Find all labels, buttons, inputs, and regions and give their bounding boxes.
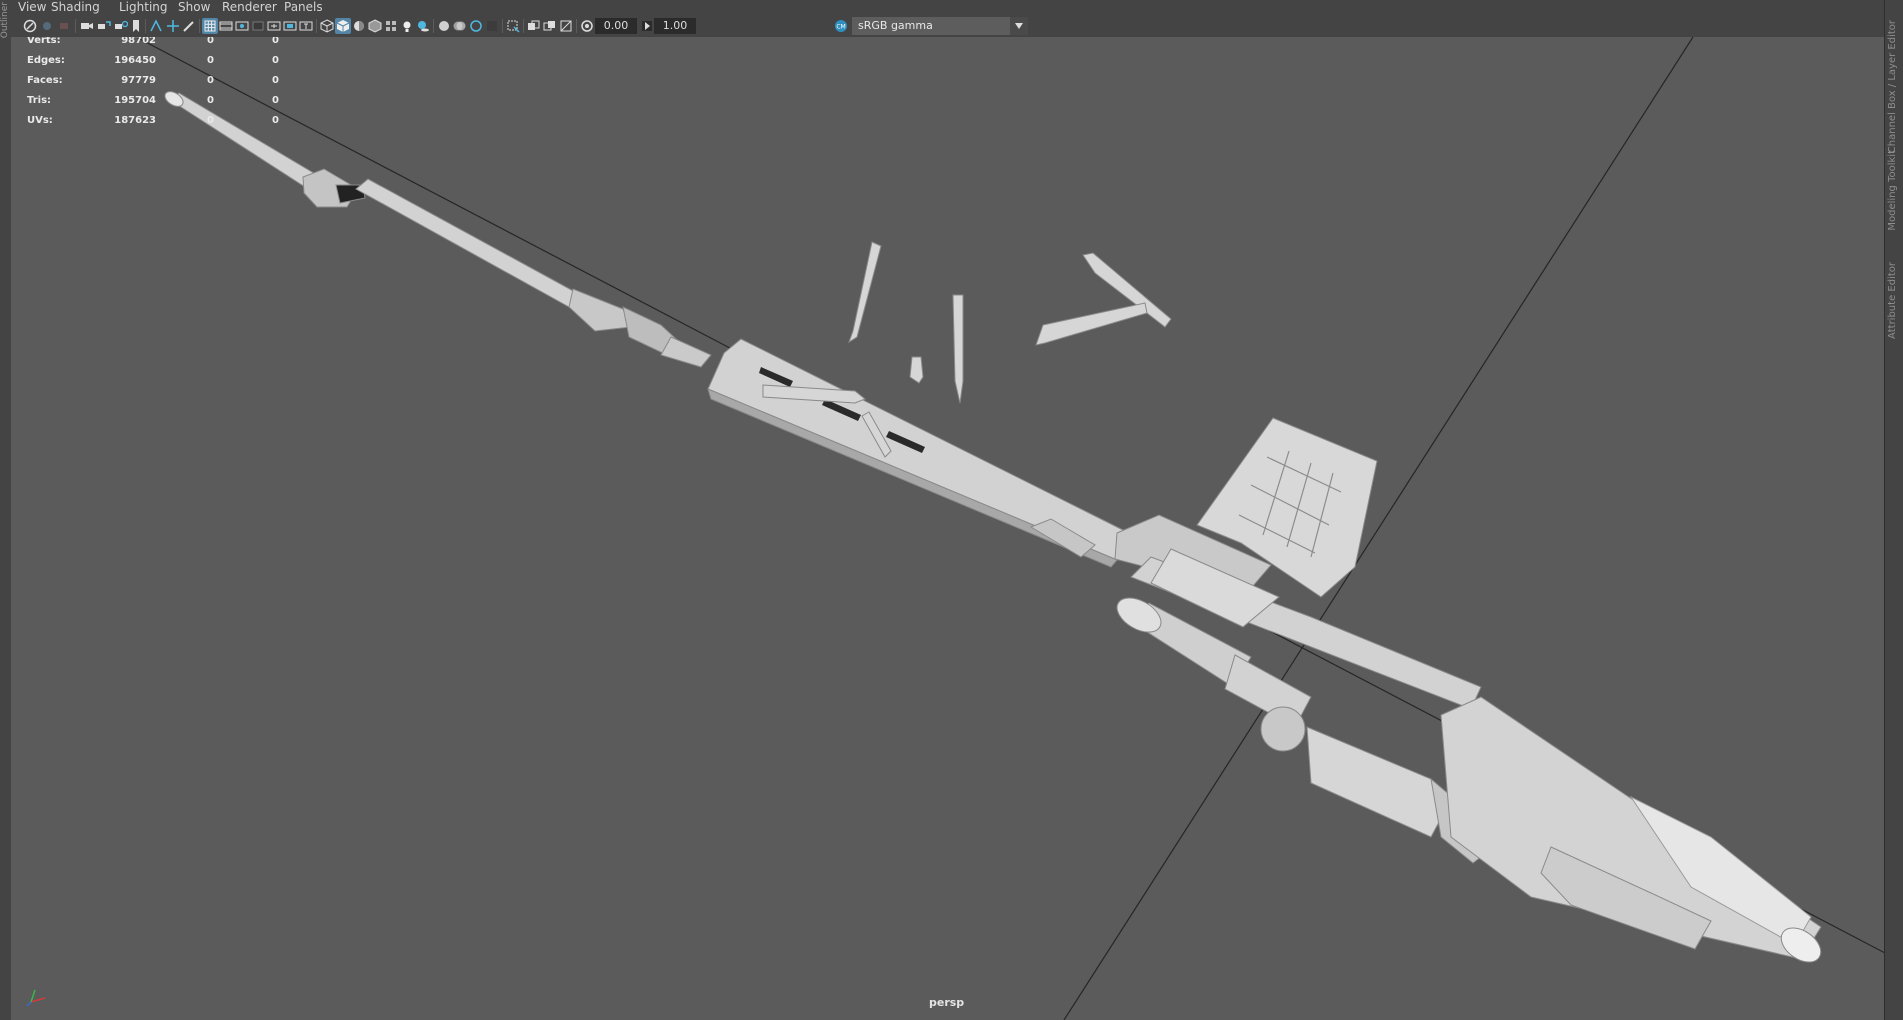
bookmark-icon[interactable] xyxy=(128,18,144,34)
motion-blur-icon[interactable] xyxy=(452,18,468,34)
scene-render xyxy=(135,37,1885,1020)
channel-box-tab[interactable]: Channel Box / Layer Editor xyxy=(1887,20,1898,153)
textured-icon[interactable] xyxy=(383,18,399,34)
gamma-icon[interactable] xyxy=(639,18,655,34)
color-space-value: sRGB gamma xyxy=(858,19,933,32)
panel-menubar: View Shading Lighting Show Renderer Pane… xyxy=(11,0,1885,15)
hud-value: 0 xyxy=(207,55,214,66)
xray-icon[interactable] xyxy=(526,18,542,34)
hud-row-edges: Edges: 196450 0 0 xyxy=(27,55,297,75)
color-space-dropdown[interactable]: sRGB gamma xyxy=(852,17,1028,35)
gate-mask-icon[interactable] xyxy=(250,18,266,34)
gamma-field[interactable]: 1.00 xyxy=(654,18,696,34)
xray-components-icon[interactable] xyxy=(558,18,574,34)
wireframe-on-shaded-icon[interactable] xyxy=(367,18,383,34)
camera-icon[interactable] xyxy=(79,18,95,34)
lighting-icon[interactable] xyxy=(399,18,415,34)
chevron-down-icon[interactable] xyxy=(1010,17,1028,35)
select-camera-icon[interactable] xyxy=(22,18,38,34)
hud-value: 0 xyxy=(207,115,214,126)
camera-attributes-icon[interactable] xyxy=(56,18,72,34)
film-gate-icon[interactable] xyxy=(218,18,234,34)
menu-panels[interactable]: Panels xyxy=(284,0,323,14)
image-plane-icon[interactable] xyxy=(148,18,164,34)
outliner-tab[interactable]: Outliner xyxy=(0,2,11,38)
hud-value: 0 xyxy=(207,75,214,86)
anti-aliasing-icon[interactable] xyxy=(468,18,484,34)
menu-show[interactable]: Show xyxy=(178,0,210,14)
right-panel-strip: Channel Box / Layer Editor Modeling Tool… xyxy=(1884,0,1903,1020)
hud-row-faces: Faces: 97779 0 0 xyxy=(27,75,297,95)
hud-label: Faces: xyxy=(27,75,63,86)
safe-action-icon[interactable] xyxy=(282,18,298,34)
exposure-field[interactable]: 0.00 xyxy=(595,18,637,34)
safe-title-icon[interactable] xyxy=(298,18,314,34)
xray-joints-icon[interactable] xyxy=(542,18,558,34)
hud-row-tris: Tris: 195704 0 0 xyxy=(27,95,297,115)
attribute-editor-tab[interactable]: Attribute Editor xyxy=(1887,262,1898,339)
isolate-icon[interactable] xyxy=(505,18,521,34)
grease-pencil-icon[interactable] xyxy=(181,18,197,34)
hud-row-uvs: UVs: 187623 0 0 xyxy=(27,115,297,135)
hud-value: 0 xyxy=(272,37,279,46)
hud-value: 98702 xyxy=(121,37,156,46)
3d-viewport[interactable]: Verts: 98702 0 0 Edges: 196450 0 0 Faces… xyxy=(11,37,1885,1020)
hud-label: Verts: xyxy=(27,37,61,46)
svg-text:CM: CM xyxy=(836,24,845,31)
smooth-shade-icon[interactable] xyxy=(335,18,351,34)
hud-value: 0 xyxy=(207,95,214,106)
shadows-icon[interactable] xyxy=(415,18,431,34)
hud-value: 0 xyxy=(272,95,279,106)
camera-name-label: persp xyxy=(929,996,965,1009)
menu-lighting[interactable]: Lighting xyxy=(119,0,168,14)
panel-toolbar: 0.00 1.00 CM sRGB gamma xyxy=(11,15,1885,38)
hud-value: 97779 xyxy=(121,75,156,86)
hud-value: 0 xyxy=(272,75,279,86)
hud-label: Tris: xyxy=(27,95,52,106)
exposure-icon[interactable] xyxy=(579,18,595,34)
camera-rotate-icon[interactable] xyxy=(113,18,129,34)
depth-of-field-icon[interactable] xyxy=(484,18,500,34)
axis-gizmo-icon xyxy=(26,989,46,1007)
lock-camera-icon[interactable] xyxy=(39,18,55,34)
default-material-icon[interactable] xyxy=(351,18,367,34)
hud-value: 196450 xyxy=(114,55,156,66)
hud-value: 187623 xyxy=(114,115,156,126)
hud-row-verts: Verts: 98702 0 0 xyxy=(27,37,297,55)
color-management-icon[interactable]: CM xyxy=(833,18,849,34)
resolution-gate-icon[interactable] xyxy=(234,18,250,34)
2d-pan-zoom-icon[interactable] xyxy=(165,18,181,34)
camera-pan-icon[interactable] xyxy=(96,18,112,34)
screen-space-ao-icon[interactable] xyxy=(436,18,452,34)
menu-shading[interactable]: Shading xyxy=(51,0,100,14)
menu-renderer[interactable]: Renderer xyxy=(222,0,277,14)
hud-value: 0 xyxy=(272,115,279,126)
grid-icon[interactable] xyxy=(202,18,218,34)
rifle-model xyxy=(164,91,1822,963)
wireframe-icon[interactable] xyxy=(319,18,335,34)
hud-value: 0 xyxy=(272,55,279,66)
hud-value: 195704 xyxy=(114,95,156,106)
hud-label: Edges: xyxy=(27,55,65,66)
menu-view[interactable]: View xyxy=(18,0,46,14)
field-chart-icon[interactable] xyxy=(266,18,282,34)
modeling-toolkit-tab[interactable]: Modeling Toolkit xyxy=(1887,150,1898,231)
hud-label: UVs: xyxy=(27,115,53,126)
hud-value: 0 xyxy=(207,37,214,46)
